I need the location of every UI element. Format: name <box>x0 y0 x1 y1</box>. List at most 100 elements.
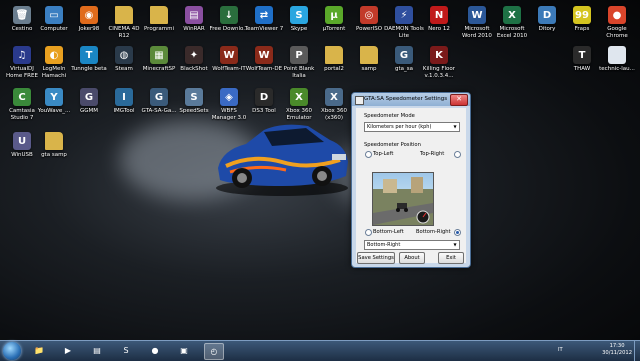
desktop-icon-label: Microsoft Word 2010 <box>462 26 492 39</box>
start-button[interactable] <box>3 342 21 360</box>
desktop-icon-label: Computer <box>40 26 68 32</box>
desktop-icon[interactable]: CINEMA 4D R12 <box>104 6 144 39</box>
poweriso-icon: ◎ <box>360 6 378 24</box>
download-icon: ↓ <box>220 6 238 24</box>
desktop-icon-label: TeamViewer 7 <box>244 26 284 32</box>
desktop-icon[interactable]: T Tunngle beta <box>69 46 109 73</box>
desktop-icon[interactable]: N Nero 12 <box>419 6 459 33</box>
desktop-icon[interactable]: technic-lau... <box>597 46 637 73</box>
gta-icon: G <box>395 46 413 64</box>
taskbar-app-explorer[interactable]: 📁 <box>30 343 48 358</box>
desktop-icon[interactable]: T THAW <box>562 46 602 73</box>
desktop-icon[interactable]: Ggta_sa <box>384 46 424 73</box>
desktop-icon[interactable]: ⇄ TeamViewer 7 <box>244 6 284 33</box>
xbox-icon: X <box>325 88 343 106</box>
nero-icon: N <box>430 6 448 24</box>
desktop-icon[interactable]: G GGMM <box>69 88 109 115</box>
exit-button[interactable]: Exit <box>438 252 464 264</box>
radio-top-left[interactable] <box>365 151 372 158</box>
tunngle-icon: T <box>80 46 98 64</box>
folder-icon <box>45 132 63 150</box>
show-desktop-button[interactable] <box>634 341 640 361</box>
desktop-icon-label: Skype <box>290 26 308 32</box>
desktop-icon-label: PowerISO <box>355 26 383 32</box>
window-title: GTA:SA Speedometer Settings <box>364 96 448 102</box>
ds3-icon: D <box>255 88 273 106</box>
desktop-icon[interactable]: ◈ WBFS Manager 3.0 <box>209 88 249 121</box>
desktop-icon[interactable]: gta samp <box>34 132 74 159</box>
about-button[interactable]: About <box>399 252 425 264</box>
ditory-icon: D <box>538 6 556 24</box>
desktop-icon[interactable]: X Microsoft Excel 2010 <box>492 6 532 39</box>
desktop-icon[interactable]: X Xbox 360 Emulator <box>279 88 319 121</box>
skype-icon: S <box>123 346 129 355</box>
desktop-icon[interactable]: ⚡ DAEMON Tools Lite <box>384 6 424 39</box>
desktop-icon[interactable]: W WolfTeam-IT <box>209 46 249 73</box>
mode-value: Kilometers per hour (kph) <box>367 124 432 130</box>
desktop-icon[interactable]: ✦ BlackShot <box>174 46 214 73</box>
desktop-icon[interactable]: 99 Fraps <box>562 6 602 33</box>
desktop-icon-label: IMGTool <box>113 108 135 114</box>
taskbar-app-chrome[interactable]: ● <box>146 343 164 358</box>
desktop-icon-label: YouWave_... <box>37 108 71 114</box>
desktop-icon[interactable]: ◉ Joker98 <box>69 6 109 33</box>
desktop-icon[interactable]: portal2 <box>314 46 354 73</box>
close-button[interactable]: ✕ <box>450 94 468 106</box>
desktop-icon-label: SpeedSets <box>179 108 209 114</box>
speedometer-settings-window[interactable]: GTA:SA Speedometer Settings ✕ Speedomete… <box>351 92 471 268</box>
taskbar-app-notes[interactable]: ▤ <box>88 343 106 358</box>
desktop-icon-label: Point Blank Italia <box>283 66 315 79</box>
desktop-icon[interactable]: Y YouWave_... <box>34 88 74 115</box>
desktop-icon[interactable]: K Killing Floor v.1.0.3.4... <box>419 46 459 79</box>
desktop-icon[interactable]: W WolfTeam-DE <box>244 46 284 73</box>
desktop-icon[interactable]: ▭ Computer <box>34 6 74 33</box>
desktop-icon[interactable]: µ µTorrent <box>314 6 354 33</box>
desktop-icon-label: gta samp <box>41 152 67 158</box>
desktop-icon[interactable]: S SpeedSets <box>174 88 214 115</box>
taskbar-app-film[interactable]: ▣ <box>175 343 193 358</box>
taskbar-app-skype[interactable]: S <box>117 343 135 358</box>
window-titlebar[interactable]: GTA:SA Speedometer Settings ✕ <box>352 93 470 106</box>
ggmm-icon: G <box>80 88 98 106</box>
position-preview-image <box>372 172 434 226</box>
radio-bottom-left[interactable] <box>365 229 372 236</box>
thaw-icon: T <box>573 46 591 64</box>
desktop-icon[interactable]: ▤ WinRAR <box>174 6 214 33</box>
desktop-icon[interactable]: ◎ PowerISO <box>349 6 389 33</box>
desktop-icon[interactable]: D Ditory <box>527 6 567 33</box>
desktop-icon[interactable]: ● Google Chrome <box>597 6 637 39</box>
desktop-icon[interactable]: D DS3 Tool <box>244 88 284 115</box>
top-left-label: Top-Left <box>373 151 394 157</box>
desktop-icon[interactable]: P Point Blank Italia <box>279 46 319 79</box>
word-icon: W <box>468 6 486 24</box>
desktop-icon-label: WolfTeam-IT <box>212 66 246 72</box>
steam-icon: ◍ <box>115 46 133 64</box>
desktop-icon[interactable]: Programmi <box>139 6 179 33</box>
film-icon: ▣ <box>180 346 188 355</box>
desktop-icon[interactable]: ▦ MinecraftSP <box>139 46 179 73</box>
desktop-icon[interactable]: G GTA-SA-Ga... <box>139 88 179 115</box>
desktop-icon[interactable]: samp <box>349 46 389 73</box>
bottom-left-label: Bottom-Left <box>373 229 404 235</box>
desktop-icon[interactable]: ◍ Steam <box>104 46 144 73</box>
position-dropdown[interactable]: Bottom-Right ▼ <box>364 240 460 250</box>
taskbar-app-media-player[interactable]: ▶ <box>59 343 77 358</box>
desktop-icon[interactable]: W Microsoft Word 2010 <box>457 6 497 39</box>
taskbar-app-speedometer[interactable]: ◴ <box>204 343 224 360</box>
radio-bottom-right[interactable] <box>454 229 461 236</box>
desktop-icon[interactable]: I IMGTool <box>104 88 144 115</box>
desktop-icon[interactable]: S Skype <box>279 6 319 33</box>
language-indicator[interactable]: IT <box>558 347 563 353</box>
desktop[interactable]: 🗑 Cestino ▭ Computer ◉ Joker98 CINEMA 4D R12 Pr… <box>0 0 640 340</box>
desktop-icon[interactable]: ◐ LogMeIn Hamachi <box>34 46 74 79</box>
save-settings-button[interactable]: Save Settings <box>357 252 395 264</box>
desktop-icon[interactable]: ↓ Free Downlo... <box>209 6 249 33</box>
desktop-icon-label: WolfTeam-DE <box>245 66 283 72</box>
clock[interactable]: 17:30 30/11/2012 <box>602 343 632 357</box>
radio-top-right[interactable] <box>454 151 461 158</box>
winrar-icon: ▤ <box>185 6 203 24</box>
mode-dropdown[interactable]: Kilometers per hour (kph) ▼ <box>364 122 460 132</box>
bottom-right-label: Bottom-Right <box>416 229 451 235</box>
desktop-icon[interactable]: X Xbox 360 (x360) <box>314 88 354 121</box>
minecraft-icon: ▦ <box>150 46 168 64</box>
